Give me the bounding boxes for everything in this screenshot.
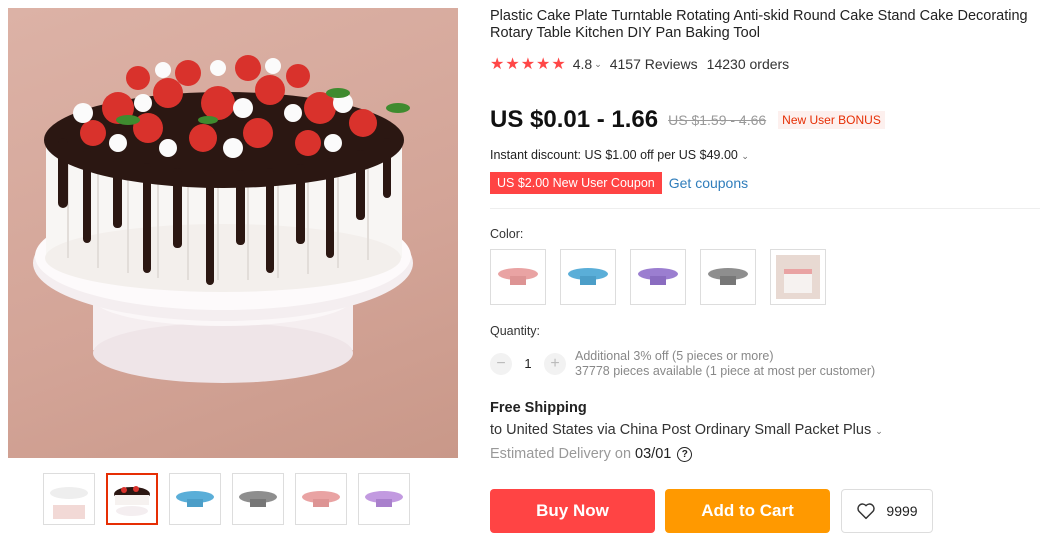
chevron-down-icon: ⌄ [741, 151, 749, 161]
quantity-plus-button[interactable]: + [544, 353, 566, 375]
bulk-offer-text: Additional 3% off (5 pieces or more) [575, 349, 774, 363]
thumbnail-strip [43, 473, 410, 525]
wishlist-button[interactable]: 9999 [841, 489, 933, 533]
quantity-input[interactable]: 1 [512, 349, 544, 379]
quantity-stepper: − 1 + Additional 3% off (5 pieces or mor… [490, 349, 875, 379]
orders-count: 14230 orders [706, 56, 790, 72]
quantity-info: Additional 3% off (5 pieces or more) 377… [575, 349, 875, 379]
color-option-blue[interactable] [560, 249, 616, 305]
add-to-cart-button[interactable]: Add to Cart [665, 489, 830, 533]
thumbnail-6[interactable] [358, 473, 410, 525]
coupon-row: US $2.00 New User Coupon Get coupons [490, 172, 748, 194]
quantity-label: Quantity: [490, 324, 541, 338]
shipping-title: Free Shipping [490, 400, 587, 416]
new-user-coupon[interactable]: US $2.00 New User Coupon [490, 172, 662, 194]
get-coupons-link[interactable]: Get coupons [669, 175, 748, 191]
rating-value[interactable]: 4.8 [573, 56, 592, 72]
thumbnail-4[interactable] [232, 473, 284, 525]
main-product-image[interactable] [8, 8, 458, 458]
price-row: US $0.01 - 1.66 US $1.59 - 4.66 New User… [490, 106, 885, 134]
color-label: Color: [490, 227, 524, 241]
thumbnail-1[interactable] [43, 473, 95, 525]
availability-text: 37778 pieces available (1 piece at most … [575, 364, 876, 378]
color-option-gray[interactable] [700, 249, 756, 305]
divider [490, 208, 1040, 209]
estimated-delivery-date: 03/01 [635, 446, 672, 462]
help-icon[interactable]: ? [677, 446, 693, 462]
instant-discount[interactable]: Instant discount: US $1.00 off per US $4… [490, 148, 749, 162]
color-options [490, 249, 826, 305]
color-option-pink[interactable] [490, 249, 546, 305]
current-price: US $0.01 - 1.66 [490, 106, 659, 133]
chevron-down-icon: ⌄ [875, 426, 883, 436]
original-price: US $1.59 - 4.66 [668, 112, 767, 128]
estimated-delivery-label: Estimated Delivery on [490, 446, 632, 462]
new-user-bonus-badge: New User BONUS [778, 111, 885, 129]
thumbnail-5[interactable] [295, 473, 347, 525]
color-option-photo[interactable] [770, 249, 826, 305]
shipping-method[interactable]: to United States via China Post Ordinary… [490, 422, 883, 438]
color-option-purple[interactable] [630, 249, 686, 305]
chevron-down-icon[interactable]: ⌄ [594, 59, 602, 70]
quantity-minus-button[interactable]: − [490, 353, 512, 375]
wishlist-count: 9999 [886, 503, 918, 519]
thumbnail-3[interactable] [169, 473, 221, 525]
estimated-delivery: Estimated Delivery on 03/01 ? [490, 446, 693, 462]
instant-discount-text: Instant discount: US $1.00 off per US $4… [490, 148, 738, 162]
buy-now-button[interactable]: Buy Now [490, 489, 655, 533]
rating-row: ★★★★★ 4.8 ⌄ 4157 Reviews 14230 orders [490, 54, 789, 74]
shipping-method-text: to United States via China Post Ordinary… [490, 422, 872, 438]
reviews-count[interactable]: 4157 Reviews [610, 56, 698, 72]
rating-stars: ★★★★★ [490, 56, 567, 73]
product-title: Plastic Cake Plate Turntable Rotating An… [490, 8, 1028, 41]
thumbnail-2[interactable] [106, 473, 158, 525]
heart-icon [857, 503, 876, 520]
